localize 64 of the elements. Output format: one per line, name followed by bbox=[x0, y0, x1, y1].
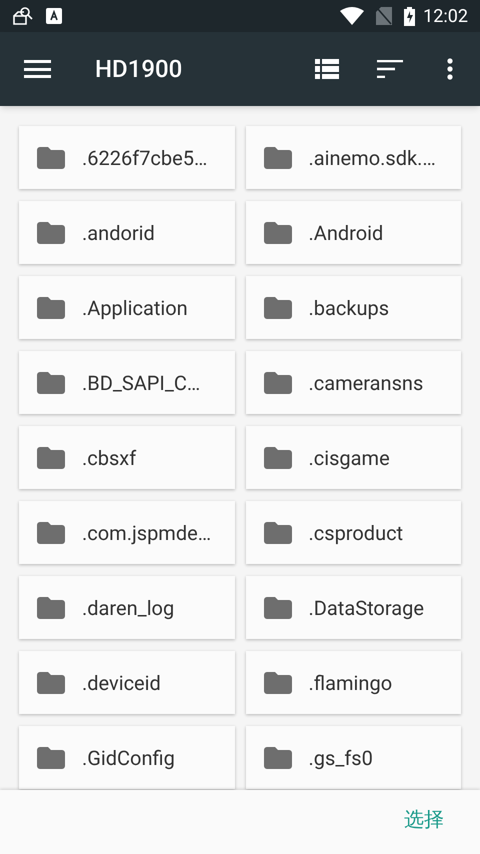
folder-icon bbox=[264, 446, 292, 468]
folder-icon bbox=[37, 372, 65, 394]
folder-card[interactable]: .Android bbox=[246, 201, 461, 264]
folder-name: .GidConfig bbox=[82, 744, 175, 772]
battery-charging-icon bbox=[404, 6, 416, 26]
folder-icon bbox=[37, 222, 65, 244]
no-sim-icon bbox=[376, 7, 392, 25]
folder-name: .ainemo.sdk.… bbox=[308, 144, 436, 172]
keyboard-icon bbox=[46, 8, 62, 24]
folder-card[interactable]: .cbsxf bbox=[19, 426, 234, 489]
folder-name: .backups bbox=[308, 294, 390, 322]
menu-icon[interactable] bbox=[24, 60, 51, 78]
folder-card[interactable]: .GidConfig bbox=[19, 726, 234, 789]
folder-card[interactable]: .andorid bbox=[19, 201, 234, 264]
folder-icon bbox=[264, 146, 292, 168]
folder-icon bbox=[264, 672, 292, 694]
folder-name: .cameransns bbox=[308, 370, 424, 396]
folder-card[interactable]: .deviceid bbox=[19, 651, 234, 714]
folder-icon bbox=[37, 296, 65, 318]
toolbar-title: HD1900 bbox=[95, 54, 182, 85]
folder-card[interactable]: .DataStorage bbox=[246, 576, 461, 639]
wifi-icon bbox=[340, 7, 364, 25]
folder-name: .cbsxf bbox=[82, 444, 136, 472]
status-time: 12:02 bbox=[423, 4, 468, 28]
folder-card[interactable]: .gs_fs0 bbox=[246, 726, 461, 789]
folder-icon bbox=[264, 596, 292, 618]
folder-card[interactable]: .flamingo bbox=[246, 651, 461, 714]
folder-icon bbox=[37, 446, 65, 468]
sort-icon[interactable] bbox=[377, 60, 403, 78]
folder-icon bbox=[264, 222, 292, 244]
folder-card[interactable]: .com.jspmde… bbox=[19, 501, 234, 564]
folder-icon bbox=[37, 672, 65, 694]
folder-name: .gs_fs0 bbox=[308, 744, 373, 772]
folder-icon bbox=[264, 372, 292, 394]
folder-name: .csproduct bbox=[308, 520, 404, 546]
folder-card[interactable]: .cameransns bbox=[246, 351, 461, 414]
folder-card[interactable]: .BD_SAPI_C… bbox=[19, 351, 234, 414]
folder-card[interactable]: .Application bbox=[19, 276, 234, 339]
folder-name: .daren_log bbox=[82, 594, 174, 622]
folder-icon bbox=[264, 522, 292, 544]
folder-card[interactable]: .cisgame bbox=[246, 426, 461, 489]
folder-card[interactable]: .ainemo.sdk.… bbox=[246, 126, 461, 189]
folder-name: .Android bbox=[308, 220, 384, 246]
folder-icon bbox=[264, 296, 292, 318]
folder-name: .flamingo bbox=[308, 670, 392, 696]
folder-name: .deviceid bbox=[82, 670, 161, 696]
folder-icon bbox=[264, 746, 292, 768]
folder-name: .BD_SAPI_C… bbox=[82, 370, 200, 396]
folder-name: .6226f7cbe5… bbox=[82, 144, 208, 172]
folder-name: .com.jspmde… bbox=[82, 520, 212, 546]
folder-card[interactable]: .backups bbox=[246, 276, 461, 339]
folder-icon bbox=[37, 522, 65, 544]
folder-card[interactable]: .6226f7cbe5… bbox=[19, 126, 234, 189]
folder-card[interactable]: .csproduct bbox=[246, 501, 461, 564]
folder-name: .andorid bbox=[82, 220, 155, 246]
folder-name: .cisgame bbox=[308, 444, 390, 472]
folder-icon bbox=[37, 746, 65, 768]
folder-name: .DataStorage bbox=[308, 594, 424, 622]
more-icon[interactable] bbox=[447, 58, 453, 80]
folder-icon bbox=[37, 596, 65, 618]
list-view-icon[interactable] bbox=[315, 59, 339, 79]
folder-card[interactable]: .daren_log bbox=[19, 576, 234, 639]
folder-icon bbox=[37, 146, 65, 168]
folder-name: .Application bbox=[82, 294, 188, 322]
